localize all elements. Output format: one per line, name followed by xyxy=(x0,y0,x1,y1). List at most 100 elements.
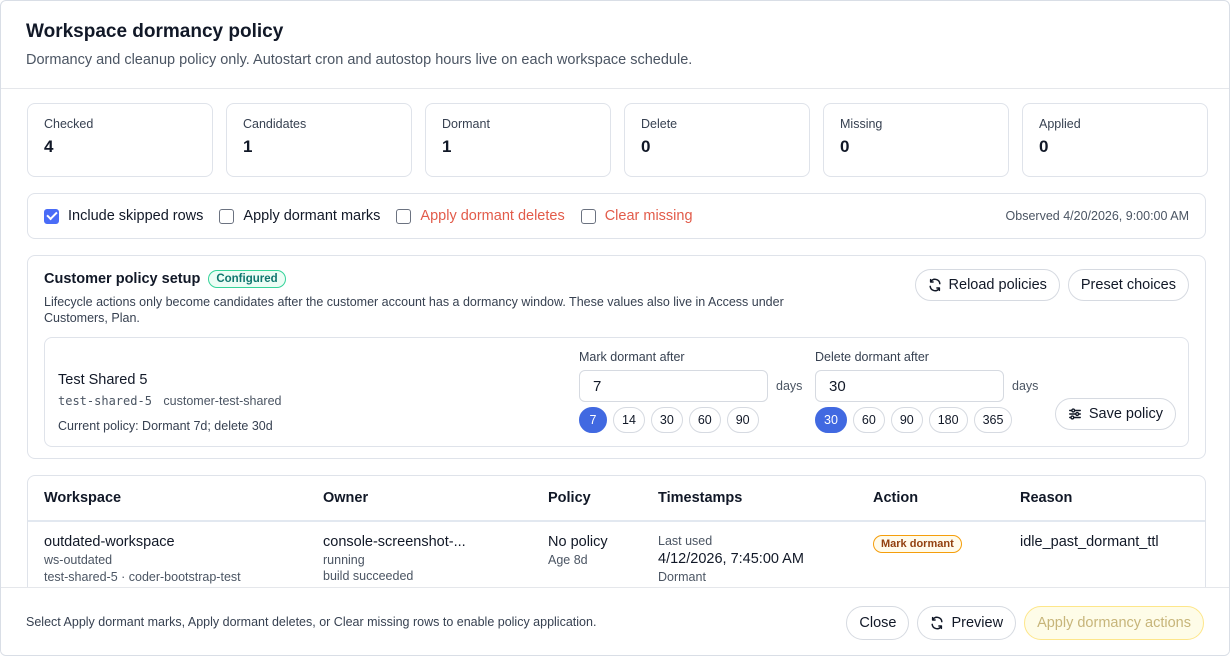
delete-dormant-unit: days xyxy=(1012,379,1039,393)
delete-dormant-presets: 30 60 90 180 365 xyxy=(815,407,1038,433)
close-button[interactable]: Close xyxy=(846,606,910,640)
stat-candidates: Candidates 1 xyxy=(226,103,412,177)
save-policy-button[interactable]: Save policy xyxy=(1054,398,1176,430)
stat-dormant: Dormant 1 xyxy=(425,103,611,177)
stat-value: 4 xyxy=(44,137,54,156)
observed-timestamp: Observed 4/20/2026, 9:00:00 AM xyxy=(1005,209,1189,223)
col-owner: Owner xyxy=(323,490,369,506)
customer-policy-setup: Customer policy setup Configured Lifecyc… xyxy=(27,255,1206,459)
delete-preset-chip[interactable]: 180 xyxy=(928,407,968,433)
apply-deletes-checkbox[interactable] xyxy=(396,208,412,224)
policy-age: Age 8d xyxy=(548,553,588,567)
preview-button[interactable]: Preview xyxy=(917,606,1017,640)
cell-action: Mark dormant xyxy=(873,534,962,553)
customer-id: customer-test-shared xyxy=(163,394,282,408)
stat-value: 1 xyxy=(243,137,253,156)
workspace-meta: test-shared-5 · coder-bootstrap-test xyxy=(44,570,241,584)
clear-missing-option[interactable]: Clear missing xyxy=(580,208,693,224)
stats-row: Checked 4 Candidates 1 Dormant 1 Delete … xyxy=(27,103,1208,177)
mark-dormant-presets: 7 14 30 60 90 xyxy=(579,407,802,433)
customer-name: Test Shared 5 xyxy=(58,372,148,388)
cell-workspace: outdated-workspace ws-outdated test-shar… xyxy=(44,534,241,584)
delete-dormant-row: 30 days xyxy=(815,370,1038,402)
owner-build: build succeeded xyxy=(323,569,414,583)
stat-label: Candidates xyxy=(243,117,307,131)
apply-marks-option[interactable]: Apply dormant marks xyxy=(219,208,380,224)
refresh-icon xyxy=(931,616,944,630)
mark-dormant-label: Mark dormant after xyxy=(579,350,685,364)
cell-reason: idle_past_dormant_ttl xyxy=(1020,534,1159,550)
apply-marks-checkbox[interactable] xyxy=(219,208,235,224)
stat-value: 1 xyxy=(442,137,452,156)
col-timestamps: Timestamps xyxy=(658,490,743,506)
dialog-title: Workspace dormancy policy xyxy=(26,21,284,42)
delete-dormant-input[interactable]: 30 xyxy=(815,370,1004,402)
reload-policies-button[interactable]: Reload policies xyxy=(914,269,1060,301)
include-skipped-checkbox[interactable] xyxy=(44,208,59,224)
close-label: Close xyxy=(859,615,897,631)
stat-label: Applied xyxy=(1039,117,1081,131)
reason-text: idle_past_dormant_ttl xyxy=(1020,534,1159,550)
dialog-footer: Select Apply dormant marks, Apply dorman… xyxy=(1,587,1229,655)
stat-checked: Checked 4 xyxy=(27,103,213,177)
owner-name: console-screenshot-... xyxy=(323,534,466,550)
stat-missing: Missing 0 xyxy=(823,103,1009,177)
include-skipped-option[interactable]: Include skipped rows xyxy=(44,208,203,224)
stat-label: Checked xyxy=(44,117,94,131)
mark-preset-chip[interactable]: 30 xyxy=(650,407,683,433)
delete-preset-chip[interactable]: 30 xyxy=(815,407,847,433)
stat-applied: Applied 0 xyxy=(1022,103,1208,177)
mark-dormant-input[interactable]: 7 xyxy=(579,370,768,402)
stat-value: 0 xyxy=(641,137,651,156)
delete-preset-chip[interactable]: 90 xyxy=(890,407,923,433)
dialog-header: Workspace dormancy policy Dormancy and c… xyxy=(1,1,1229,89)
col-reason: Reason xyxy=(1020,490,1073,506)
workspace-name: outdated-workspace xyxy=(44,534,175,550)
stat-label: Missing xyxy=(840,117,883,131)
cell-owner: console-screenshot-... running build suc… xyxy=(323,534,466,583)
mark-dormant-row: 7 days xyxy=(579,370,802,402)
configured-badge: Configured xyxy=(208,270,286,288)
clear-missing-label: Clear missing xyxy=(604,208,693,224)
ts-value: 4/12/2026, 7:45:00 AM xyxy=(658,551,804,567)
col-workspace: Workspace xyxy=(44,490,122,506)
apply-deletes-label: Apply dormant deletes xyxy=(420,208,565,224)
options-bar: Include skipped rows Apply dormant marks… xyxy=(27,193,1206,239)
delete-preset-chip[interactable]: 365 xyxy=(973,407,1013,433)
reload-policies-label: Reload policies xyxy=(948,277,1047,293)
customer-policy-card: Test Shared 5 test-shared-5 customer-tes… xyxy=(44,337,1189,447)
mark-preset-chip[interactable]: 7 xyxy=(579,407,607,433)
stat-label: Dormant xyxy=(442,117,490,131)
mark-preset-chip[interactable]: 60 xyxy=(688,407,721,433)
table-row[interactable]: outdated-workspace ws-outdated test-shar… xyxy=(28,522,1205,587)
preset-choices-button[interactable]: Preset choices xyxy=(1067,269,1189,301)
customer-ids: test-shared-5 customer-test-shared xyxy=(58,394,282,408)
col-action: Action xyxy=(873,490,919,506)
current-policy: Current policy: Dormant 7d; delete 30d xyxy=(58,419,273,433)
stat-delete: Delete 0 xyxy=(624,103,810,177)
cell-policy: No policy Age 8d xyxy=(548,534,608,567)
dormancy-policy-dialog: Workspace dormancy policy Dormancy and c… xyxy=(0,0,1230,656)
mark-preset-chip[interactable]: 14 xyxy=(613,407,645,433)
clear-missing-checkbox[interactable] xyxy=(580,208,596,224)
footer-message: Select Apply dormant marks, Apply dorman… xyxy=(26,615,597,629)
apply-dormancy-actions-button[interactable]: Apply dormancy actions xyxy=(1024,606,1204,640)
mark-dormant-group: Mark dormant after 7 days 7 14 30 60 90 xyxy=(579,350,802,433)
mark-preset-chip[interactable]: 90 xyxy=(726,407,759,433)
apply-deletes-option[interactable]: Apply dormant deletes xyxy=(396,208,565,224)
action-badge: Mark dormant xyxy=(873,535,962,553)
include-skipped-label: Include skipped rows xyxy=(68,208,204,224)
footer-actions: Close Preview Apply dormancy actions xyxy=(846,606,1204,640)
mark-dormant-unit: days xyxy=(776,379,803,393)
delete-preset-chip[interactable]: 60 xyxy=(852,407,885,433)
dialog-subtitle: Dormancy and cleanup policy only. Autost… xyxy=(26,52,693,68)
delete-dormant-group: Delete dormant after 30 days 30 60 90 18… xyxy=(815,350,1038,433)
setup-actions: Reload policies Preset choices xyxy=(914,269,1189,301)
apply-dormancy-actions-label: Apply dormancy actions xyxy=(1037,615,1191,631)
setup-title: Customer policy setup xyxy=(44,271,201,287)
refresh-icon xyxy=(928,278,941,292)
stat-value: 0 xyxy=(840,137,850,156)
delete-dormant-label: Delete dormant after xyxy=(815,350,929,364)
setup-description: Lifecycle actions only become candidates… xyxy=(44,295,784,325)
policy-name: No policy xyxy=(548,534,608,550)
